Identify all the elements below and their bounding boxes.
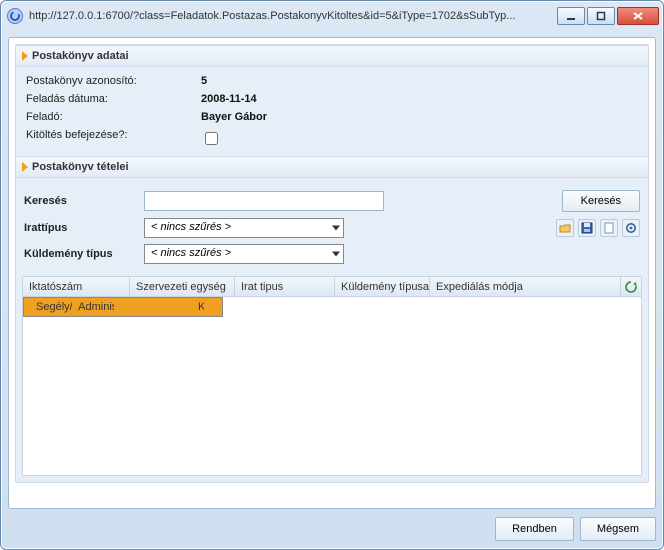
maximize-button[interactable]: [587, 7, 615, 25]
value-sender: Bayer Gábor: [201, 111, 638, 123]
label-done: Kitöltés befejezése?:: [26, 129, 201, 148]
gear-icon[interactable]: [622, 219, 640, 237]
doc-type-label: Irattípus: [24, 222, 144, 234]
dialog-footer: Rendben Mégsem: [8, 517, 656, 541]
search-input[interactable]: [144, 191, 384, 211]
table-body[interactable]: Segély/6-1/2008 Adminisztrátor Külön kéz…: [23, 297, 641, 475]
titlebar: http://127.0.0.1:6700/?class=Feladatok.P…: [1, 1, 663, 31]
browser-window: http://127.0.0.1:6700/?class=Feladatok.P…: [0, 0, 664, 550]
value-date: 2008-11-14: [201, 93, 638, 105]
shipment-type-select[interactable]: < nincs szűrés >: [144, 244, 344, 264]
section-title: Postakönyv tételei: [32, 161, 129, 173]
chevron-down-icon: [332, 252, 340, 257]
section-postbook-items-header[interactable]: Postakönyv tételei: [16, 156, 648, 178]
expand-icon: [22, 51, 28, 61]
minimize-button[interactable]: [557, 7, 585, 25]
ie-icon: [7, 8, 23, 24]
col-irat-tipus[interactable]: Irat tipus: [235, 277, 335, 296]
col-iktatoszam[interactable]: Iktatószám: [23, 277, 130, 296]
postbook-fields: Postakönyv azonosító: 5 Feladás dátuma: …: [16, 67, 648, 156]
refresh-icon[interactable]: [621, 277, 641, 296]
col-kuldemeny[interactable]: Küldemény típusa: [335, 277, 430, 296]
new-page-icon[interactable]: [600, 219, 618, 237]
chevron-down-icon: [332, 226, 340, 231]
save-icon[interactable]: [578, 219, 596, 237]
address-bar[interactable]: http://127.0.0.1:6700/?class=Feladatok.P…: [29, 10, 557, 22]
ok-button[interactable]: Rendben: [495, 517, 574, 541]
value-id: 5: [201, 75, 638, 87]
label-id: Postakönyv azonosító:: [26, 75, 201, 87]
expand-icon: [22, 162, 28, 172]
col-szervezeti[interactable]: Szervezeti egység: [130, 277, 235, 296]
doc-type-select[interactable]: < nincs szűrés >: [144, 218, 344, 238]
label-date: Feladás dátuma:: [26, 93, 201, 105]
label-sender: Feladó:: [26, 111, 201, 123]
col-expedialas[interactable]: Expediálás módja: [430, 277, 621, 296]
shipment-type-label: Küldemény típus: [24, 248, 144, 260]
client-area: Postakönyv adatai Postakönyv azonosító: …: [8, 37, 656, 509]
cancel-button[interactable]: Mégsem: [580, 517, 656, 541]
section-postbook-data-header[interactable]: Postakönyv adatai: [16, 45, 648, 67]
section-title: Postakönyv adatai: [32, 50, 129, 62]
close-button[interactable]: [617, 7, 659, 25]
table-row[interactable]: Segély/6-1/2008 Adminisztrátor Külön kéz…: [23, 297, 223, 317]
search-label: Keresés: [24, 195, 144, 207]
open-icon[interactable]: [556, 219, 574, 237]
table-header: Iktatószám Szervezeti egység Irat tipus …: [23, 277, 641, 297]
search-button[interactable]: Keresés: [562, 190, 640, 212]
items-table: Iktatószám Szervezeti egység Irat tipus …: [22, 276, 642, 476]
done-checkbox[interactable]: [205, 132, 218, 145]
